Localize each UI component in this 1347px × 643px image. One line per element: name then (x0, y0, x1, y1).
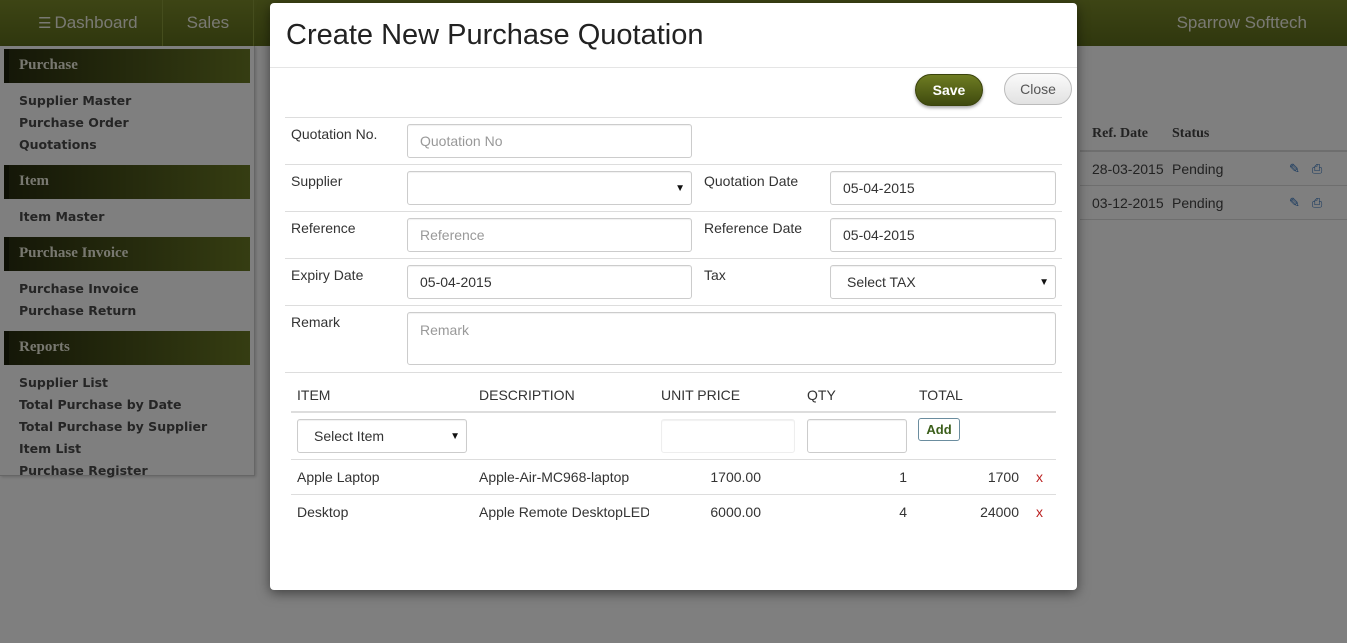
reference-date-input[interactable]: 05-04-2015 (830, 218, 1056, 252)
quotation-date-label: Quotation Date (704, 173, 799, 189)
divider (270, 67, 1077, 68)
tax-select-value: Select TAX (847, 274, 916, 290)
row-item: Apple Laptop (297, 469, 380, 485)
divider (285, 211, 1062, 212)
reference-label: Reference (291, 220, 356, 236)
row-qty: 1 (899, 469, 907, 485)
quotation-no-input[interactable]: Quotation No (407, 124, 692, 158)
col-description: DESCRIPTION (479, 387, 575, 403)
supplier-label: Supplier (291, 173, 343, 189)
divider (285, 372, 1062, 373)
supplier-select[interactable]: ▼ (407, 171, 692, 205)
qty-input[interactable] (807, 419, 907, 453)
row-unit-price: 6000.00 (710, 504, 761, 520)
divider (285, 117, 1062, 118)
divider (291, 411, 1056, 413)
create-quotation-modal: Create New Purchase Quotation Save Close… (270, 3, 1077, 590)
close-button[interactable]: Close (1004, 73, 1072, 105)
add-item-button[interactable]: Add (918, 418, 960, 441)
divider (285, 258, 1062, 259)
reference-input[interactable]: Reference (407, 218, 692, 252)
col-unit-price: UNIT PRICE (661, 387, 741, 403)
modal-title: Create New Purchase Quotation (286, 19, 704, 51)
caret-down-icon: ▼ (450, 431, 460, 442)
col-item: ITEM (297, 387, 331, 403)
quotation-no-label: Quotation No. (291, 126, 378, 142)
remark-textarea[interactable]: Remark (407, 312, 1056, 365)
row-description: Apple-Air-MC968-laptop (479, 469, 630, 485)
divider (291, 459, 1056, 460)
unit-price-input[interactable] (661, 419, 795, 453)
remark-label: Remark (291, 314, 341, 330)
expiry-date-input[interactable]: 05-04-2015 (407, 265, 692, 299)
expiry-date-label: Expiry Date (291, 267, 364, 283)
tax-select[interactable]: Select TAX ▼ (830, 265, 1056, 299)
caret-down-icon: ▼ (675, 183, 685, 194)
row-item: Desktop (297, 504, 349, 520)
quotation-date-input[interactable]: 05-04-2015 (830, 171, 1056, 205)
row-unit-price: 1700.00 (710, 469, 761, 485)
remove-row-button[interactable]: x (1036, 504, 1043, 520)
remove-row-button[interactable]: x (1036, 469, 1043, 485)
caret-down-icon: ▼ (1039, 277, 1049, 288)
row-total: 1700 (987, 469, 1019, 485)
row-total: 24000 (980, 504, 1019, 520)
tax-label: Tax (704, 267, 726, 283)
divider (291, 494, 1056, 495)
row-description: Apple Remote DesktopLED (479, 504, 649, 520)
save-button[interactable]: Save (915, 74, 983, 106)
reference-date-label: Reference Date (704, 220, 803, 236)
divider (285, 305, 1062, 306)
col-qty: QTY (807, 387, 836, 403)
row-qty: 4 (899, 504, 907, 520)
col-total: TOTAL (919, 387, 963, 403)
item-select[interactable]: Select Item ▼ (297, 419, 467, 453)
item-select-value: Select Item (314, 428, 385, 444)
divider (285, 164, 1062, 165)
